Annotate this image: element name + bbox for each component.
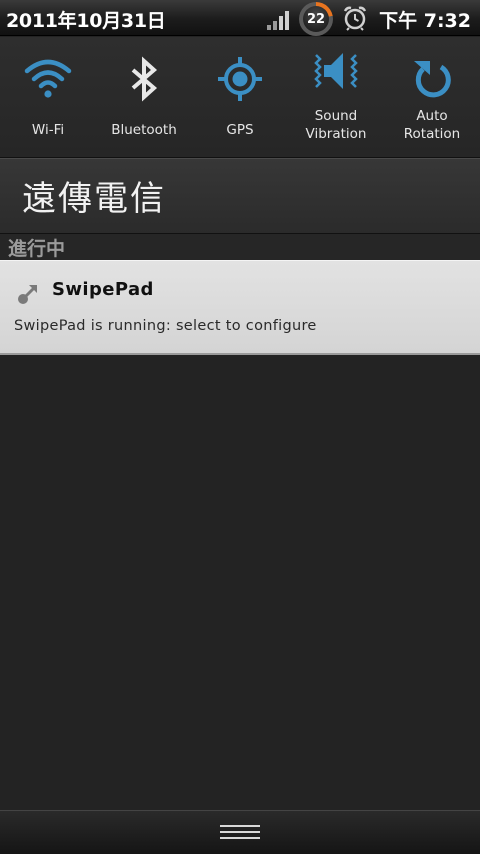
gps-toggle[interactable]: GPS [192,37,288,158]
gps-icon [218,57,262,101]
sound-vibration-label: Sound Vibration [288,107,384,143]
notification-shade: 2011年10月31日 22 下午 7:32 Wi-Fi Bluetooth G… [0,0,480,854]
swipepad-notification[interactable]: SwipePad SwipePad is running: select to … [0,260,480,355]
auto-rotation-toggle[interactable]: Auto Rotation [384,37,480,158]
sound-icon [314,53,358,89]
drag-handle-icon[interactable] [220,825,260,841]
signal-icon [267,11,289,30]
bluetooth-icon [131,56,158,102]
auto-label: Auto [416,108,448,124]
carrier-bar: 遠傳電信 [0,158,480,234]
status-date: 2011年10月31日 [6,10,166,32]
status-bar: 2011年10月31日 22 下午 7:32 [0,0,480,36]
sound-label: Sound [314,108,358,124]
vibration-label: Vibration [305,126,367,142]
notification-title: SwipePad [52,279,154,300]
battery-level: 22 [303,6,329,32]
gps-label: GPS [226,122,254,138]
notification-text: SwipePad is running: select to configure [14,318,317,334]
ongoing-label: 進行中 [8,238,66,260]
rotation-label: Rotation [403,126,461,142]
bluetooth-label: Bluetooth [111,122,177,138]
status-time: 下午 7:32 [379,10,471,32]
quick-settings-panel: Wi-Fi Bluetooth GPS Sound Vibration Auto… [0,37,480,158]
sound-vibration-toggle[interactable]: Sound Vibration [288,37,384,158]
bluetooth-toggle[interactable]: Bluetooth [96,37,192,158]
ongoing-section-header: 進行中 [0,234,480,260]
battery-icon: 22 [299,2,333,36]
carrier-name: 遠傳電信 [22,179,166,219]
wifi-label: Wi-Fi [31,122,65,138]
shade-bottom-bar [0,810,480,854]
wifi-icon [24,59,72,98]
swipepad-icon [18,285,37,304]
alarm-icon [343,6,367,31]
auto-rotation-label: Auto Rotation [384,107,480,143]
wifi-toggle[interactable]: Wi-Fi [0,37,96,158]
rotation-icon [414,61,451,98]
